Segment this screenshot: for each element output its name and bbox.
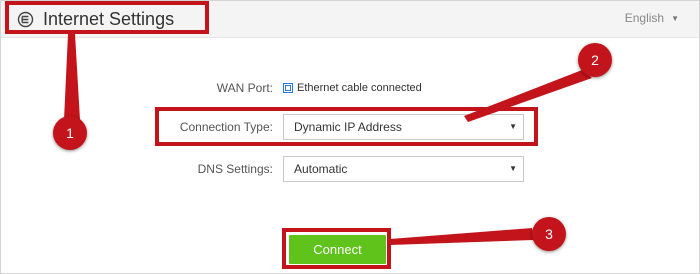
dns-settings-label: DNS Settings: — [197, 162, 273, 176]
wan-port-label: WAN Port: — [216, 81, 273, 95]
callout-badge-2: 2 — [578, 43, 612, 77]
globe-icon — [17, 11, 34, 28]
connection-type-select[interactable]: Dynamic IP Address ▼ — [283, 114, 524, 140]
connection-type-label: Connection Type: — [179, 120, 273, 134]
dns-settings-select[interactable]: Automatic ▼ — [283, 156, 524, 182]
dropdown-arrow-icon: ▼ — [509, 122, 517, 131]
wan-port-row: WAN Port: Ethernet cable connected — [1, 75, 699, 101]
checkbox-icon — [283, 83, 293, 93]
connection-type-value: Dynamic IP Address — [294, 120, 402, 134]
router-settings-panel: Internet Settings English ▼ WAN Port: Et… — [0, 0, 700, 274]
dropdown-arrow-icon: ▼ — [509, 164, 517, 173]
dns-settings-value: Automatic — [294, 162, 348, 176]
page-title: Internet Settings — [17, 7, 174, 31]
connect-button[interactable]: Connect — [289, 235, 386, 264]
page-header: Internet Settings English ▼ — [1, 1, 699, 38]
connection-type-row: Connection Type: Dynamic IP Address ▼ — [1, 114, 699, 140]
callout-badge-1: 1 — [53, 116, 87, 150]
wan-port-status: Ethernet cable connected — [283, 75, 422, 101]
language-selector[interactable]: English ▼ — [625, 11, 679, 25]
wan-port-status-text: Ethernet cable connected — [297, 82, 422, 94]
language-label: English — [624, 11, 665, 25]
dns-settings-row: DNS Settings: Automatic ▼ — [1, 156, 699, 182]
page-title-text: Internet Settings — [43, 9, 175, 29]
caret-down-icon: ▼ — [671, 13, 679, 23]
callout-badge-3: 3 — [532, 217, 566, 251]
